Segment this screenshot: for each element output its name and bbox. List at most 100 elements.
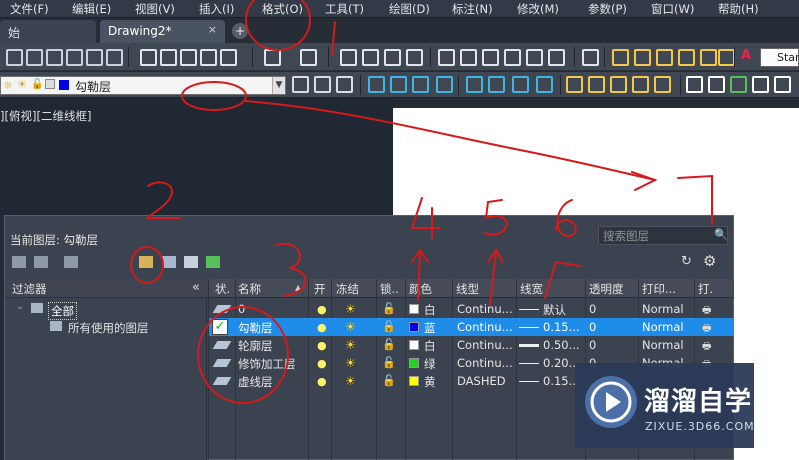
col-lineweight[interactable]: 线宽 <box>520 281 543 297</box>
add-tab-icon[interactable]: + <box>232 23 248 39</box>
polyline-icon[interactable] <box>412 76 429 93</box>
transparency[interactable]: 0 <box>589 320 596 334</box>
layer-row[interactable]: 轮廓层 ● ☀ 🔓 白 Continu... 0.50... 0 Normal … <box>209 336 734 354</box>
dim-continue-icon[interactable] <box>610 76 627 93</box>
bulb-icon[interactable]: ● <box>317 303 327 316</box>
menu-draw[interactable]: 绘图(D) <box>389 1 430 17</box>
new-group-filter-icon[interactable] <box>34 256 48 268</box>
menu-modify[interactable]: 修改(M) <box>517 1 559 17</box>
insert-block-icon[interactable] <box>686 76 703 93</box>
color-swatch[interactable] <box>409 358 419 368</box>
plot-icon[interactable] <box>86 49 103 66</box>
preview-icon[interactable] <box>106 49 123 66</box>
menu-insert[interactable]: 插入(I) <box>199 1 234 17</box>
hatch-icon[interactable] <box>730 76 747 93</box>
point-icon[interactable] <box>708 76 725 93</box>
menu-format[interactable]: 格式(O) <box>262 1 303 17</box>
cut-icon[interactable] <box>140 49 157 66</box>
col-plot[interactable]: 打. <box>698 281 713 297</box>
region-icon[interactable] <box>752 76 769 93</box>
aligned-dim-icon[interactable] <box>634 49 651 66</box>
freeze-sun-icon[interactable]: ☀ <box>345 374 356 388</box>
col-freeze[interactable]: 冻结 <box>336 281 359 297</box>
tab-drawing2[interactable]: Drawing2* × <box>100 20 225 43</box>
dim-baseline-icon[interactable] <box>588 76 605 93</box>
transparency[interactable]: 0 <box>589 338 596 352</box>
brush-icon[interactable] <box>220 49 237 66</box>
new-layer-icon[interactable] <box>139 256 153 268</box>
spline-icon[interactable] <box>536 76 553 93</box>
ordinate-dim-icon[interactable] <box>678 49 695 66</box>
layer-state-icon[interactable] <box>292 76 309 93</box>
col-plot-style[interactable]: 打印... <box>642 281 676 297</box>
save-icon[interactable] <box>46 49 63 66</box>
layer-match-icon[interactable] <box>336 76 353 93</box>
col-transparency[interactable]: 透明度 <box>589 281 624 297</box>
tab-start[interactable]: 始 <box>0 20 96 43</box>
menu-parameters[interactable]: 参数(P) <box>588 1 627 17</box>
col-name[interactable]: 名称 <box>238 281 261 297</box>
arc-dim-icon[interactable] <box>656 49 673 66</box>
menu-view[interactable]: 视图(V) <box>135 1 175 17</box>
col-lock[interactable]: 锁.. <box>380 281 399 297</box>
paste-icon[interactable] <box>180 49 197 66</box>
color-swatch[interactable] <box>409 304 419 314</box>
plot-style[interactable]: Normal <box>642 320 684 334</box>
color-swatch[interactable] <box>409 376 419 386</box>
circle-icon[interactable] <box>466 76 483 93</box>
undo-icon[interactable] <box>264 49 281 66</box>
lineweight[interactable]: 默认 <box>543 302 566 318</box>
lineweight[interactable]: 0.15... <box>543 320 580 334</box>
menu-window[interactable]: 窗口(W) <box>651 1 694 17</box>
search-icon[interactable]: 🔍 <box>714 228 728 241</box>
properties-icon[interactable] <box>438 49 455 66</box>
color-swatch[interactable] <box>409 322 419 332</box>
freeze-sun-icon[interactable]: ☀ <box>345 302 356 316</box>
menu-dimension[interactable]: 标注(N) <box>452 1 493 17</box>
menu-tools[interactable]: 工具(T) <box>325 1 364 17</box>
chevron-down-icon[interactable]: ▼ <box>272 77 285 94</box>
open-icon[interactable] <box>26 49 43 66</box>
redo-icon[interactable] <box>300 49 317 66</box>
line-icon[interactable] <box>368 76 385 93</box>
zoom-previous-icon[interactable] <box>406 49 423 66</box>
bulb-icon[interactable]: ● <box>317 375 327 388</box>
table-icon[interactable] <box>774 76 791 93</box>
linetype[interactable]: Continu... <box>457 320 513 334</box>
freeze-sun-icon[interactable]: ☀ <box>345 356 356 370</box>
layer-previous-icon[interactable] <box>314 76 331 93</box>
copy-icon[interactable] <box>160 49 177 66</box>
sheet-set-icon[interactable] <box>504 49 521 66</box>
design-center-icon[interactable] <box>460 49 477 66</box>
markup-icon[interactable] <box>526 49 543 66</box>
transparency[interactable]: 0 <box>589 302 596 316</box>
bulb-icon[interactable]: ● <box>317 321 327 334</box>
dim-center-icon[interactable] <box>654 76 671 93</box>
freeze-sun-icon[interactable]: ☀ <box>345 320 356 334</box>
arc-icon[interactable] <box>488 76 505 93</box>
layer-row[interactable]: 0 ● ☀ 🔓 白 Continu... 默认 0 Normal 🖶 <box>209 300 734 318</box>
layer-states-icon[interactable] <box>64 256 78 268</box>
polygon-icon[interactable] <box>436 76 453 93</box>
pan-icon[interactable] <box>340 49 357 66</box>
tool-palettes-icon[interactable] <box>482 49 499 66</box>
plot-style[interactable]: Normal <box>642 302 684 316</box>
zoom-realtime-icon[interactable] <box>362 49 379 66</box>
diameter-dim-icon[interactable] <box>718 49 735 66</box>
gear-icon[interactable]: ⚙ <box>703 252 716 270</box>
match-icon[interactable] <box>200 49 217 66</box>
set-current-icon[interactable] <box>206 256 220 268</box>
close-icon[interactable]: × <box>208 23 217 36</box>
menu-file[interactable]: 文件(F) <box>10 1 49 17</box>
saveas-icon[interactable] <box>66 49 83 66</box>
col-status[interactable]: 状. <box>215 281 230 297</box>
col-linetype[interactable]: 线型 <box>456 281 479 297</box>
color-swatch[interactable] <box>409 340 419 350</box>
construction-line-icon[interactable] <box>390 76 407 93</box>
viewport-controls[interactable]: ][俯视][二维线框] <box>0 108 91 124</box>
lineweight[interactable]: 0.50... <box>543 338 580 352</box>
text-style-icon[interactable]: A <box>741 48 757 64</box>
unlock-icon[interactable]: 🔓 <box>382 374 396 387</box>
linetype[interactable]: Continu... <box>457 302 513 316</box>
layer-search-input[interactable]: 搜索图层 <box>598 226 728 245</box>
